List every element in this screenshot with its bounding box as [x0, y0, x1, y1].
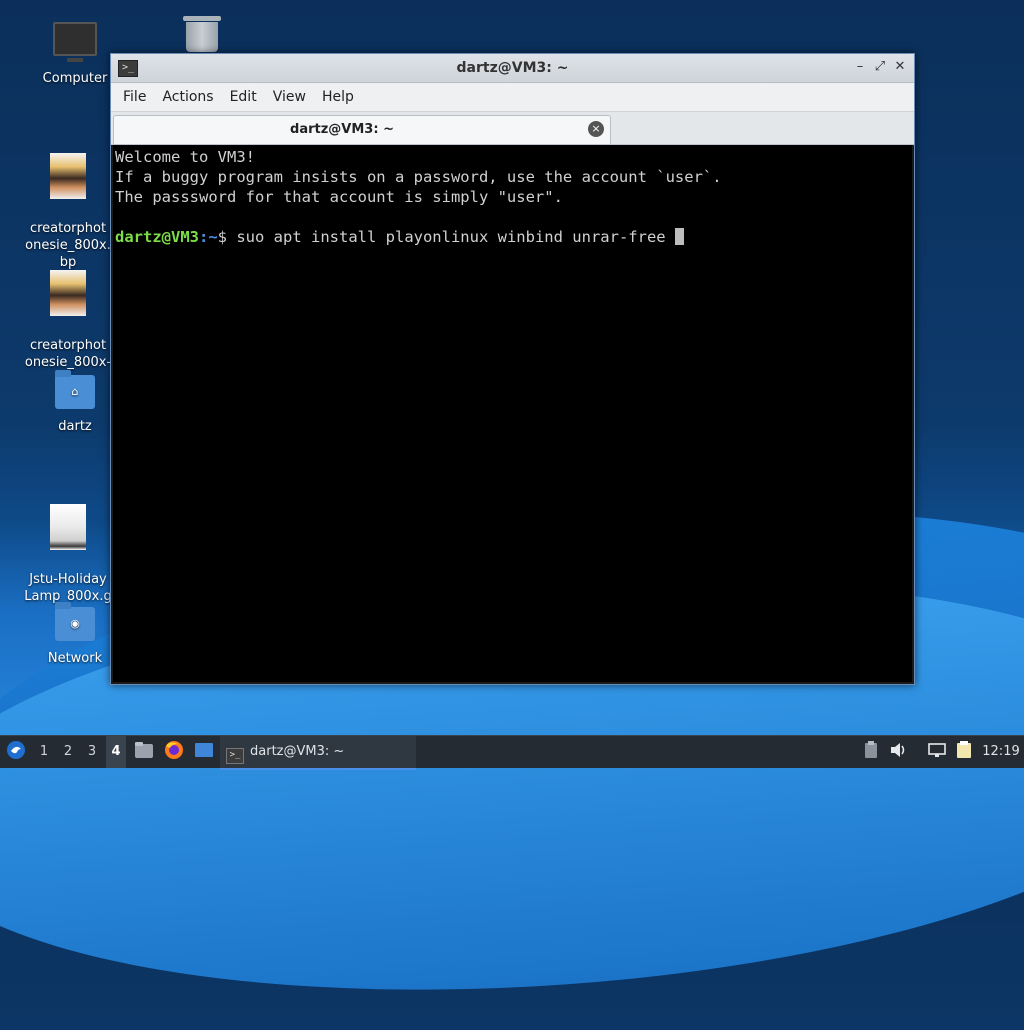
workspace-1[interactable]: 1	[34, 736, 54, 768]
firefox-icon	[165, 741, 183, 759]
home-folder-icon: ⌂	[55, 370, 95, 409]
taskbar: 1 2 3 4 >_ dartz@VM3: ~ 12:19	[0, 735, 1024, 770]
terminal-line: If a buggy program insists on a password…	[115, 168, 722, 186]
desktop-icon-home-folder[interactable]: ⌂ dartz	[27, 370, 123, 435]
text-cursor	[674, 228, 684, 245]
trash-icon	[183, 16, 221, 52]
maximize-button[interactable]: ⤢	[872, 59, 888, 75]
close-button[interactable]: ✕	[892, 59, 908, 75]
image-thumbnail-icon	[50, 153, 86, 199]
workspace-3[interactable]: 3	[82, 736, 102, 768]
terminal-task-icon: >_	[226, 748, 244, 764]
file-manager-launcher[interactable]	[132, 736, 156, 768]
menu-bar: File Actions Edit View Help	[111, 83, 914, 112]
terminal-window[interactable]: >_ dartz@VM3: ~ – ⤢ ✕ File Actions Edit …	[110, 53, 915, 685]
app-menu-icon	[7, 741, 25, 759]
taskbar-task-terminal[interactable]: >_ dartz@VM3: ~	[220, 736, 416, 770]
menu-view[interactable]: View	[265, 89, 314, 105]
menu-edit[interactable]: Edit	[222, 89, 265, 105]
network-tray[interactable]	[926, 736, 948, 768]
computer-icon	[53, 22, 97, 62]
desktop-icon-trash[interactable]	[155, 16, 249, 56]
minimize-button[interactable]: –	[852, 59, 868, 75]
terminal-prompt-line: dartz@VM3:~$ suo apt install playonlinux…	[115, 227, 910, 247]
notes-icon	[957, 741, 971, 758]
task-label: dartz@VM3: ~	[250, 744, 345, 759]
tab-close-icon[interactable]: ×	[588, 121, 604, 137]
command-text: suo apt install playonlinux winbind unra…	[236, 228, 675, 246]
desktop-icon-label: Network	[47, 651, 103, 666]
image-thumbnail-icon	[50, 270, 86, 316]
desktop-icon-label: dartz	[58, 419, 92, 434]
terminal-line: Welcome to VM3!	[115, 148, 255, 166]
menu-file[interactable]: File	[115, 89, 154, 105]
prompt-path: :~	[199, 228, 218, 246]
desktop-icon-label: Jstu-Holiday Lamp_800x.g	[24, 572, 112, 604]
image-thumbnail-icon	[50, 504, 86, 550]
terminal-output[interactable]: Welcome to VM3! If a buggy program insist…	[113, 145, 912, 682]
volume-tray[interactable]	[888, 736, 910, 768]
window-titlebar[interactable]: >_ dartz@VM3: ~ – ⤢ ✕	[111, 54, 914, 83]
menu-actions[interactable]: Actions	[154, 89, 221, 105]
file-manager-icon	[135, 742, 153, 758]
firefox-launcher[interactable]	[162, 736, 186, 768]
clipboard-tray[interactable]	[862, 736, 880, 768]
network-folder-icon: ◉	[55, 602, 95, 641]
tab-label: dartz@VM3: ~	[290, 122, 394, 137]
workspace-2[interactable]: 2	[58, 736, 78, 768]
notes-tray[interactable]	[953, 736, 975, 768]
prompt-user: dartz@VM3	[115, 228, 199, 246]
menu-help[interactable]: Help	[314, 89, 362, 105]
window-title: dartz@VM3: ~	[456, 60, 569, 76]
desktop-icon-network[interactable]: ◉ Network	[27, 602, 123, 667]
desktop-icon	[195, 743, 213, 757]
volume-icon	[891, 743, 905, 757]
tab-bar: dartz@VM3: ~ ×	[111, 112, 914, 145]
clipboard-icon	[865, 741, 877, 758]
terminal-line: The passsword for that account is simply…	[115, 188, 563, 206]
desktop-icon-computer[interactable]: Computer	[27, 22, 123, 87]
app-menu-button[interactable]	[4, 736, 28, 768]
prompt-symbol: $	[217, 228, 237, 246]
clock[interactable]: 12:19	[980, 736, 1022, 768]
network-icon	[928, 743, 946, 757]
show-desktop-button[interactable]	[192, 736, 216, 768]
desktop-icon-label: Computer	[42, 71, 108, 86]
workspace-4[interactable]: 4	[106, 736, 126, 768]
tab-terminal[interactable]: dartz@VM3: ~ ×	[113, 115, 611, 144]
